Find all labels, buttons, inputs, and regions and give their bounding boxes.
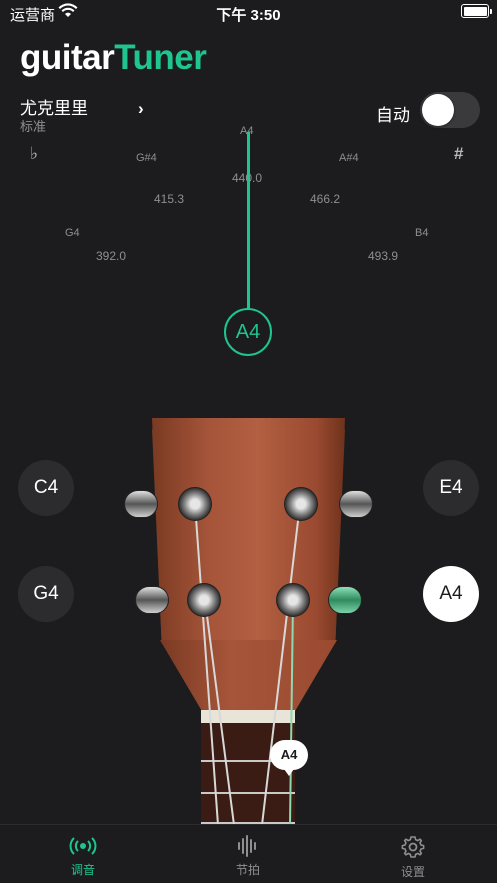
app-title-part1: guitar [20,38,115,77]
tab-settings[interactable]: 设置 [363,835,463,880]
tuning-peg-a4[interactable] [328,586,362,614]
tab-metronome-label: 节拍 [235,863,260,877]
string-post-g4 [187,583,221,617]
tab-tuning[interactable]: 调音 [33,835,133,878]
string-button-g4[interactable]: G4 [18,566,74,622]
gauge-note-g4: G4 [65,227,80,239]
string-button-c4[interactable]: C4 [18,460,74,516]
string-post-e4 [284,487,318,521]
tuner-needle [247,132,250,310]
gauge-note-asharp4: A#4 [339,152,359,164]
gauge-freq-asharp4: 466.2 [310,192,341,206]
app-title: guitarTuner [20,38,207,78]
tab-settings-label: 设置 [400,865,425,879]
tuning-peg-c4[interactable] [124,490,158,518]
string-post-a4 [276,583,310,617]
strings [194,503,301,826]
status-bar: 运营商 下午 3:50 [0,0,497,26]
battery-icon [461,4,492,18]
gauge-freq-b4: 493.9 [368,249,399,263]
gear-icon [401,836,425,858]
tuning-peg-e4[interactable] [339,490,373,518]
gauge-note-gsharp4: G#4 [136,152,157,164]
tab-bar: 调音 节拍 设置 [0,824,497,883]
tuning-peg-g4[interactable] [135,586,169,614]
active-string-marker: A4 [270,740,308,776]
string-post-c4 [178,487,212,521]
gauge-note-b4: B4 [415,227,429,239]
tuning-signal-icon [69,837,97,855]
metronome-wave-icon [238,835,256,857]
chevron-right-icon: › [138,99,144,118]
gauge-freq-g4: 392.0 [96,249,127,263]
tab-tuning-label: 调音 [70,863,95,877]
string-button-a4[interactable]: A4 [423,566,479,622]
tab-metronome[interactable]: 节拍 [198,835,298,878]
gauge-freq-gsharp4: 415.3 [154,192,185,206]
string-button-e4[interactable]: E4 [423,460,479,516]
app-title-part2: Tuner [114,38,207,77]
clock: 下午 3:50 [216,7,281,24]
current-note: A4 [224,308,272,356]
